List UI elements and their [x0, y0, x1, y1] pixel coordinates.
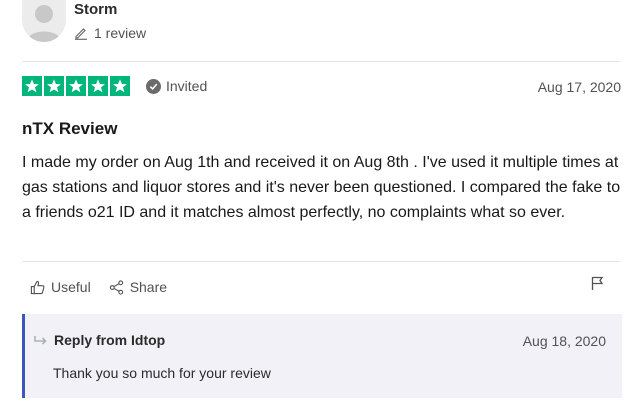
pencil-icon: [75, 28, 87, 40]
review-title[interactable]: nTX Review: [22, 119, 117, 139]
review-count-label: 1 review: [94, 25, 147, 41]
review-count: 1 review: [74, 25, 146, 41]
share-icon: [109, 279, 123, 295]
divider: [22, 261, 620, 262]
star-icon: [110, 76, 130, 96]
useful-button[interactable]: Useful: [30, 279, 91, 295]
reviewer-name[interactable]: Storm: [74, 1, 117, 18]
flag-icon: [591, 276, 604, 290]
thumbs-up-icon: [30, 280, 45, 294]
report-button[interactable]: [591, 276, 604, 296]
reply-title: Reply from Idtop: [54, 332, 166, 348]
person-silhouette-icon: [26, 5, 62, 42]
star-icon: [44, 76, 64, 96]
review-actions: Useful Share: [30, 279, 167, 295]
star-rating: [22, 76, 130, 96]
star-icon: [22, 76, 42, 96]
invited-badge[interactable]: Invited: [146, 78, 207, 94]
useful-label: Useful: [51, 279, 91, 295]
review-date: Aug 17, 2020: [537, 79, 621, 95]
star-icon: [66, 76, 86, 96]
reply-date: Aug 18, 2020: [522, 333, 606, 349]
star-icon: [88, 76, 108, 96]
invited-label: Invited: [166, 78, 208, 94]
share-label: Share: [129, 279, 168, 295]
check-circle-icon: [146, 78, 161, 94]
company-reply: Reply from Idtop Aug 18, 2020 Thank you …: [22, 314, 622, 398]
review-body: I made my order on Aug 1th and received …: [22, 154, 621, 221]
reply-text: Thank you so much for your review: [53, 365, 271, 381]
reply-arrow-icon: [34, 336, 47, 345]
reply-header: Reply from Idtop: [34, 332, 165, 348]
divider: [22, 61, 620, 62]
share-button[interactable]: Share: [109, 279, 167, 295]
reviewer-avatar[interactable]: [22, 0, 66, 42]
